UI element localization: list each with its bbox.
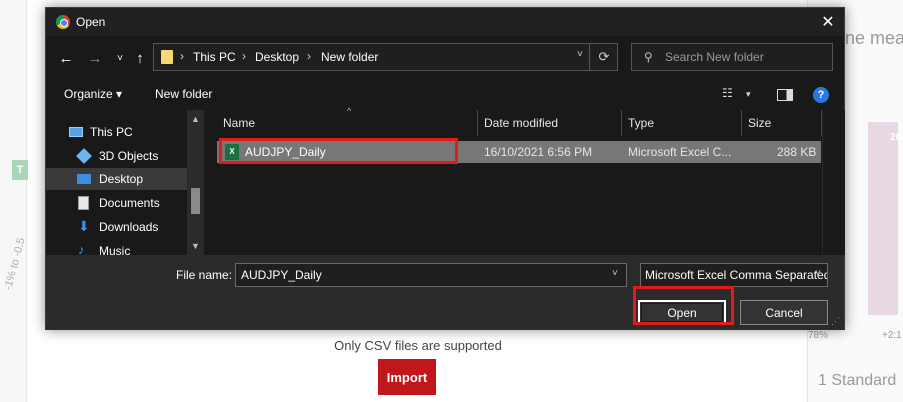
bg-rotated-label: -1% to -0.5 [2, 236, 28, 292]
nav-item-this-pc[interactable]: This PC [46, 121, 187, 143]
cube-icon [76, 148, 92, 164]
bg-heading: ne mea [845, 28, 903, 48]
address-dropdown-icon[interactable]: ˅ [577, 49, 583, 60]
nav-item-music[interactable]: ♪ Music [46, 240, 187, 255]
refresh-icon[interactable]: ⟳ [594, 49, 614, 65]
file-name-dropdown-icon[interactable]: ˅ [612, 268, 618, 279]
nav-item-downloads[interactable]: ⬇ Downloads [46, 216, 187, 238]
resize-grip-icon[interactable]: ⋰ [831, 316, 840, 327]
nav-item-3d-objects[interactable]: 3D Objects [46, 145, 187, 167]
nav-item-label: Documents [99, 196, 160, 210]
organize-button[interactable]: Organize ▾ [64, 87, 122, 101]
download-icon: ⬇ [78, 218, 90, 234]
breadcrumb-desktop[interactable]: Desktop [255, 50, 299, 64]
breadcrumb-this-pc[interactable]: This PC [193, 50, 236, 64]
bg-ratio-label: +2:1 [882, 330, 902, 341]
scroll-down-icon[interactable]: ▼ [191, 241, 200, 251]
column-header-date[interactable]: Date modified [478, 110, 622, 136]
column-header-size[interactable]: Size [742, 110, 822, 136]
file-name-field[interactable]: AUDJPY_Daily [235, 263, 627, 287]
nav-item-label: This PC [90, 125, 133, 139]
column-header-type[interactable]: Type [622, 110, 742, 136]
command-toolbar: Organize ▾ New folder ☷ ▾ ? [46, 80, 844, 110]
cancel-button[interactable]: Cancel [740, 300, 828, 325]
help-icon[interactable]: ? [813, 87, 829, 103]
search-icon: ⚲ [644, 50, 653, 64]
nav-item-label: Downloads [99, 220, 159, 234]
new-folder-button[interactable]: New folder [155, 87, 212, 101]
search-input[interactable] [665, 49, 825, 65]
view-dropdown-icon[interactable]: ▾ [746, 89, 751, 105]
file-date: 16/10/2021 6:56 PM [484, 145, 593, 159]
column-header-name[interactable]: ^ Name [217, 106, 478, 136]
dialog-title: Open [76, 15, 106, 29]
column-divider [822, 110, 823, 255]
desktop-icon [77, 174, 91, 184]
breadcrumb-separator: › [307, 49, 311, 63]
import-button[interactable]: Import [378, 359, 436, 395]
document-icon [78, 196, 89, 210]
nav-item-desktop[interactable]: Desktop [46, 168, 187, 190]
breadcrumb-separator: › [242, 49, 246, 63]
navigation-pane: This PC 3D Objects Desktop Documents ⬇ D… [46, 110, 204, 255]
music-icon: ♪ [78, 242, 85, 255]
recent-locations-chevron-icon[interactable]: ˅ [109, 47, 131, 69]
bg-chart-bar [868, 122, 898, 315]
column-label: Size [748, 116, 772, 130]
file-name-label: File name: [176, 268, 233, 282]
close-icon[interactable]: ✕ [812, 8, 844, 36]
breadcrumb-separator: › [180, 49, 184, 63]
chrome-icon [56, 15, 70, 29]
scroll-thumb[interactable] [191, 188, 200, 214]
file-type-select[interactable]: Microsoft Excel Comma Separated [640, 263, 828, 287]
address-bar[interactable]: › This PC › Desktop › New folder ˅ ⟳ [153, 43, 618, 71]
navpane-scrollbar[interactable]: ▲ ▼ [187, 110, 204, 255]
bg-standard-text: 1 Standard [818, 372, 897, 389]
search-box[interactable]: ⚲ [631, 43, 833, 71]
open-file-dialog: Open ✕ ← → ˅ ↑ › This PC › Desktop › New… [45, 7, 845, 330]
address-divider [589, 44, 590, 70]
column-label: Date modified [484, 116, 559, 130]
scroll-up-icon[interactable]: ▲ [191, 114, 200, 124]
open-button-highlight-box [633, 286, 734, 325]
csv-note: Only CSV files are supported [334, 338, 502, 353]
preview-pane-icon[interactable] [777, 89, 793, 101]
file-size: 288 KB [777, 145, 817, 159]
nav-item-label: Music [99, 244, 131, 255]
column-label: Type [628, 116, 655, 130]
breadcrumb-new-folder[interactable]: New folder [321, 50, 378, 64]
nav-item-label: Desktop [99, 172, 144, 186]
up-arrow-icon[interactable]: ↑ [129, 47, 151, 69]
column-label: Name [223, 116, 256, 130]
nav-item-documents[interactable]: Documents [46, 192, 187, 214]
forward-arrow-icon[interactable]: → [84, 47, 106, 69]
computer-icon [69, 127, 83, 137]
folder-icon [161, 50, 173, 64]
bg-green-badge: T [12, 160, 28, 180]
dialog-titlebar[interactable]: Open ✕ [46, 8, 844, 36]
file-type: Microsoft Excel C... [628, 145, 732, 159]
file-list: ^ Name Date modified Type Size X AUDJPY_… [217, 106, 845, 255]
file-type-dropdown-icon[interactable]: ˅ [815, 268, 821, 279]
view-options-icon[interactable]: ☷ [722, 86, 738, 102]
bg-bar-label: 20 [890, 132, 902, 143]
file-highlight-box [219, 138, 458, 164]
sort-ascending-icon: ^ [347, 106, 352, 116]
back-arrow-icon[interactable]: ← [55, 47, 77, 69]
nav-item-label: 3D Objects [99, 149, 159, 163]
navigation-bar: ← → ˅ ↑ › This PC › Desktop › New folder… [46, 36, 844, 80]
